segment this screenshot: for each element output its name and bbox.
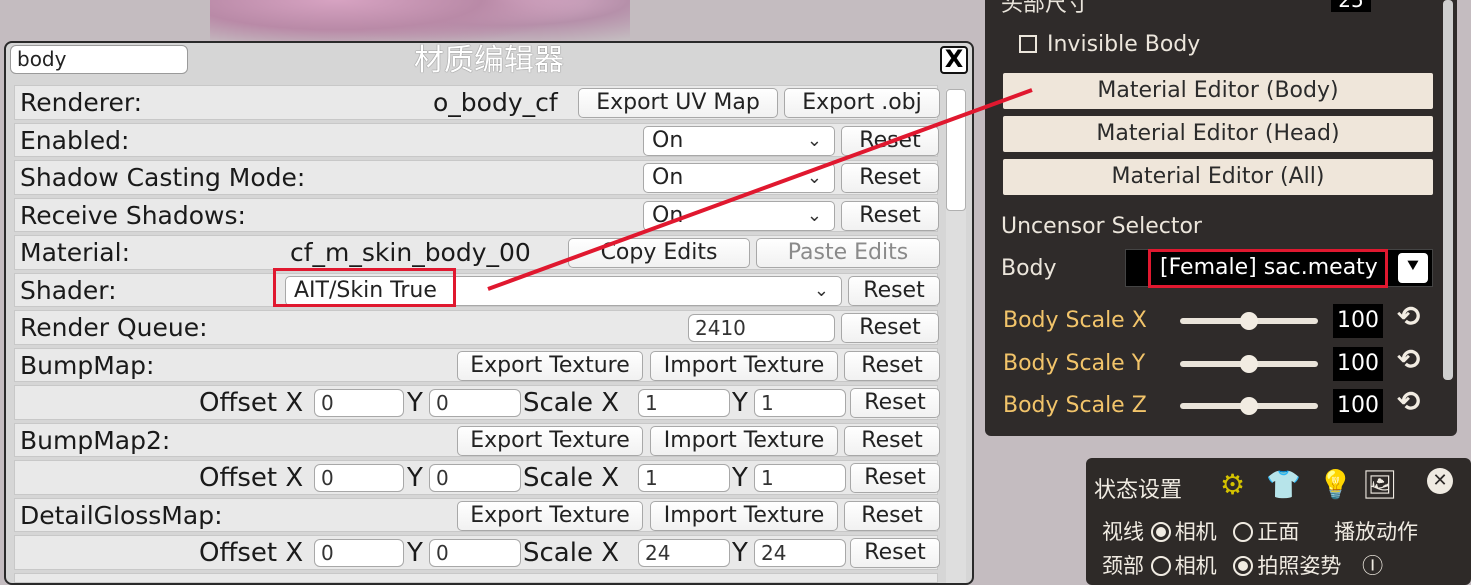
annotation-arrow-line: [487, 88, 1033, 291]
